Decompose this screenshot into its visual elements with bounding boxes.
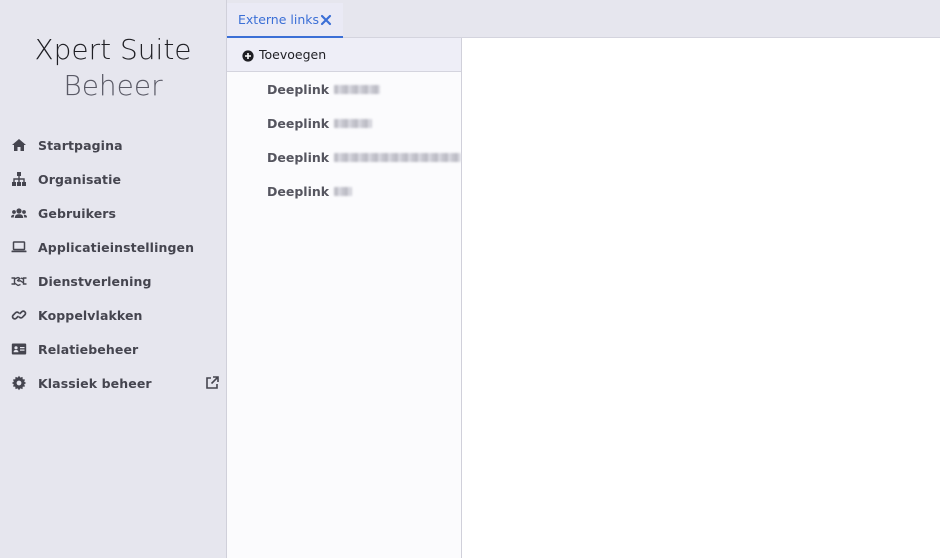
list-item-label: Deeplink <box>267 115 330 131</box>
list-item[interactable]: Deeplink <box>227 140 461 174</box>
sidebar-item-label: Organisatie <box>38 171 122 187</box>
sitemap-icon <box>11 171 27 187</box>
gear-icon <box>11 375 27 391</box>
handshake-icon <box>11 273 27 289</box>
sidebar-item-label: Koppelvlakken <box>38 307 143 323</box>
app-title: Xpert Suite Beheer <box>0 32 226 104</box>
tab-externe-links[interactable]: Externe links <box>227 3 343 38</box>
redacted-text <box>334 152 461 162</box>
list-item[interactable]: Deeplink <box>227 174 461 208</box>
laptop-icon <box>11 239 27 255</box>
list-item-label: Deeplink <box>267 183 330 199</box>
tab-bar: Externe links <box>226 0 940 38</box>
sidebar-item-label: Startpagina <box>38 137 123 153</box>
add-button[interactable]: Toevoegen <box>227 38 461 72</box>
sidebar-item-label: Gebruikers <box>38 205 117 221</box>
sidebar-item-label: Dienstverlening <box>38 273 152 289</box>
users-icon <box>11 205 27 221</box>
sidebar-nav: Startpagina Organisatie Gebruikers Appli… <box>0 128 226 400</box>
sidebar-item-gebruikers[interactable]: Gebruikers <box>0 196 226 230</box>
tab-label: Externe links <box>238 12 320 27</box>
list-item[interactable]: Deeplink <box>227 72 461 106</box>
app-title-line2: Beheer <box>63 69 163 102</box>
sidebar-item-klassiek-beheer[interactable]: Klassiek beheer <box>0 366 226 400</box>
address-card-icon <box>11 341 27 357</box>
sidebar-item-organisatie[interactable]: Organisatie <box>0 162 226 196</box>
sidebar-item-relatiebeheer[interactable]: Relatiebeheer <box>0 332 226 366</box>
list-item-label: Deeplink <box>267 149 330 165</box>
redacted-text <box>334 84 381 94</box>
close-icon[interactable] <box>320 13 332 26</box>
sidebar-item-applicatieinstellingen[interactable]: Applicatieinstellingen <box>0 230 226 264</box>
detail-pane <box>462 38 940 558</box>
redacted-text <box>334 118 373 128</box>
sidebar-item-label: Relatiebeheer <box>38 341 139 357</box>
redacted-text <box>334 186 353 196</box>
sidebar-item-label: Applicatieinstellingen <box>38 239 195 255</box>
plus-circle-icon <box>242 49 254 62</box>
list-item-label: Deeplink <box>267 81 330 97</box>
sidebar-item-dienstverlening[interactable]: Dienstverlening <box>0 264 226 298</box>
app-title-line1: Xpert Suite <box>34 33 192 66</box>
list-item[interactable]: Deeplink <box>227 106 461 140</box>
home-icon <box>11 137 27 153</box>
sidebar: Xpert Suite Beheer Startpagina Organisat… <box>0 0 226 558</box>
link-icon <box>11 307 27 323</box>
sidebar-item-label: Klassiek beheer <box>38 375 152 391</box>
sidebar-item-koppelvlakken[interactable]: Koppelvlakken <box>0 298 226 332</box>
add-button-label: Toevoegen <box>259 47 327 62</box>
external-link-icon[interactable] <box>204 375 220 391</box>
links-list-panel: Toevoegen Deeplink Deeplink Deeplink Dee… <box>226 38 462 558</box>
sidebar-item-startpagina[interactable]: Startpagina <box>0 128 226 162</box>
